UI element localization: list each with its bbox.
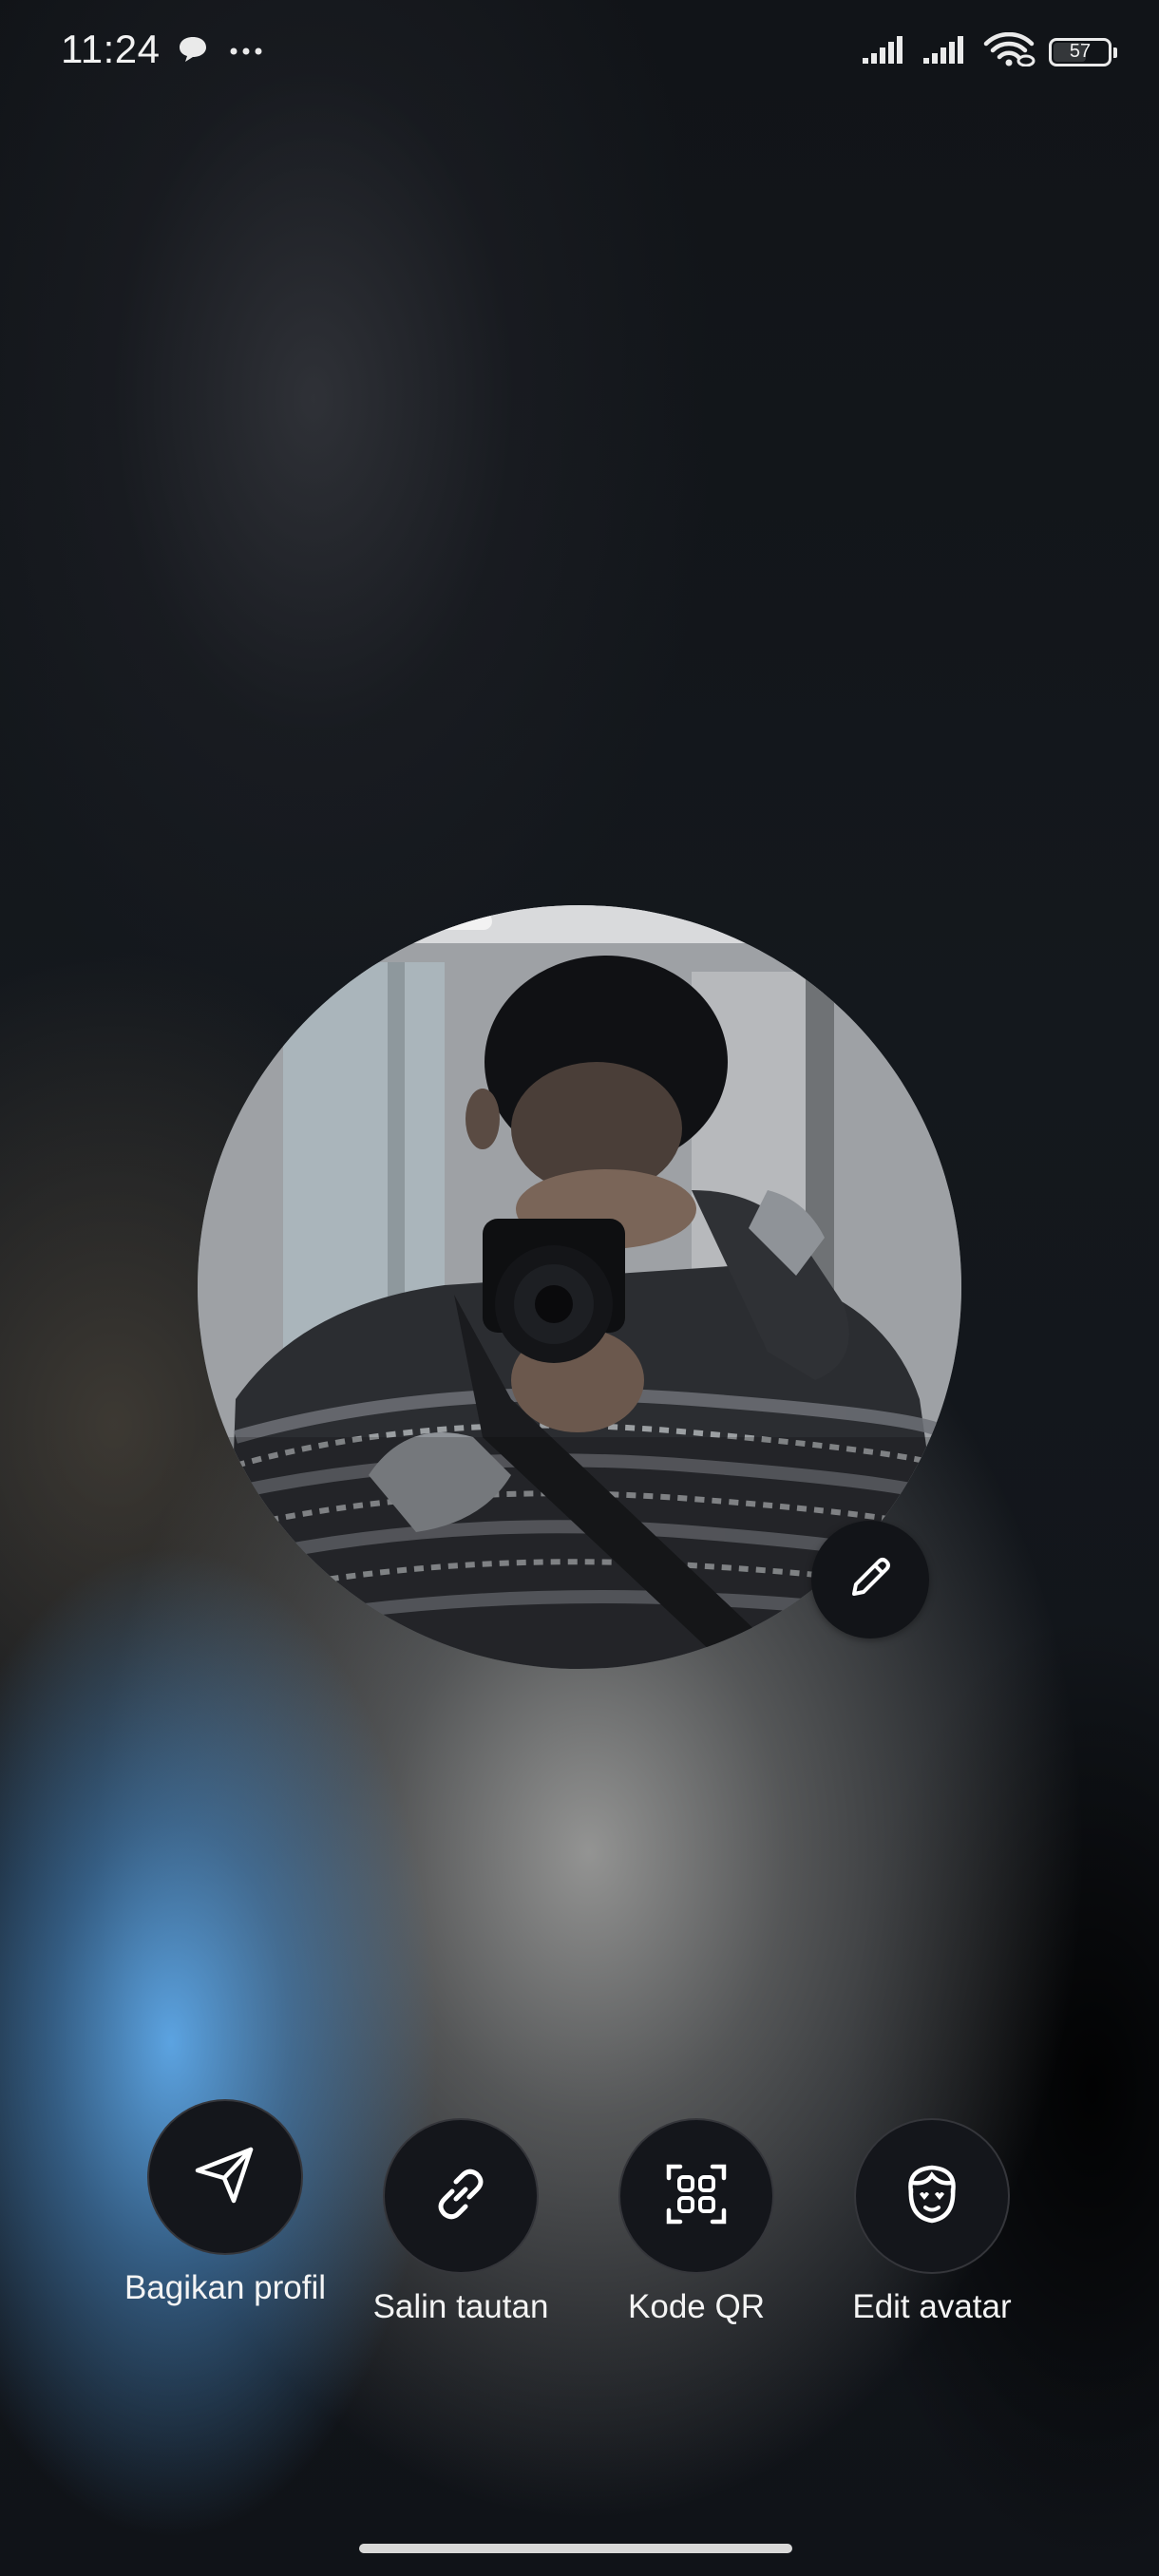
more-dots-icon xyxy=(230,44,262,61)
battery-indicator: 57 xyxy=(1049,37,1117,66)
wifi-icon xyxy=(982,31,1036,71)
pencil-icon xyxy=(845,1552,896,1608)
copy-link-label: Salin tautan xyxy=(372,2288,549,2325)
edit-photo-button[interactable] xyxy=(811,1521,929,1638)
signal-icon xyxy=(861,33,908,70)
send-icon xyxy=(192,2142,258,2213)
qr-code-button[interactable] xyxy=(618,2118,774,2274)
avatar-face-icon xyxy=(898,2160,966,2233)
edit-avatar-button[interactable] xyxy=(854,2118,1010,2274)
status-right-icons: 57 xyxy=(861,31,1117,71)
qr-code-icon xyxy=(663,2161,730,2232)
share-profile-button[interactable] xyxy=(147,2099,303,2255)
link-icon xyxy=(428,2161,494,2232)
home-indicator[interactable] xyxy=(359,2544,792,2553)
share-profile-label: Bagikan profil xyxy=(124,2269,327,2306)
qr-code-action[interactable]: Kode QR xyxy=(582,2118,810,2326)
copy-link-button[interactable] xyxy=(383,2118,539,2274)
edit-avatar-action[interactable]: Edit avatar xyxy=(818,2118,1046,2326)
notification-icons xyxy=(177,34,262,69)
qr-code-label: Kode QR xyxy=(628,2288,765,2325)
edit-avatar-label: Edit avatar xyxy=(852,2288,1012,2325)
share-profile-action[interactable]: Bagikan profil xyxy=(111,2099,339,2307)
profile-share-screen: 11:24 57 Bagikan profil Salin tautan Kod… xyxy=(0,0,1159,2576)
battery-level: 57 xyxy=(1069,41,1092,62)
copy-link-action[interactable]: Salin tautan xyxy=(347,2118,575,2326)
profile-avatar-container xyxy=(198,905,961,1669)
status-bar: 11:24 57 xyxy=(0,0,1159,104)
signal-icon-2 xyxy=(922,33,969,70)
chat-bubble-icon xyxy=(177,34,209,69)
status-time: 11:24 xyxy=(61,27,161,71)
